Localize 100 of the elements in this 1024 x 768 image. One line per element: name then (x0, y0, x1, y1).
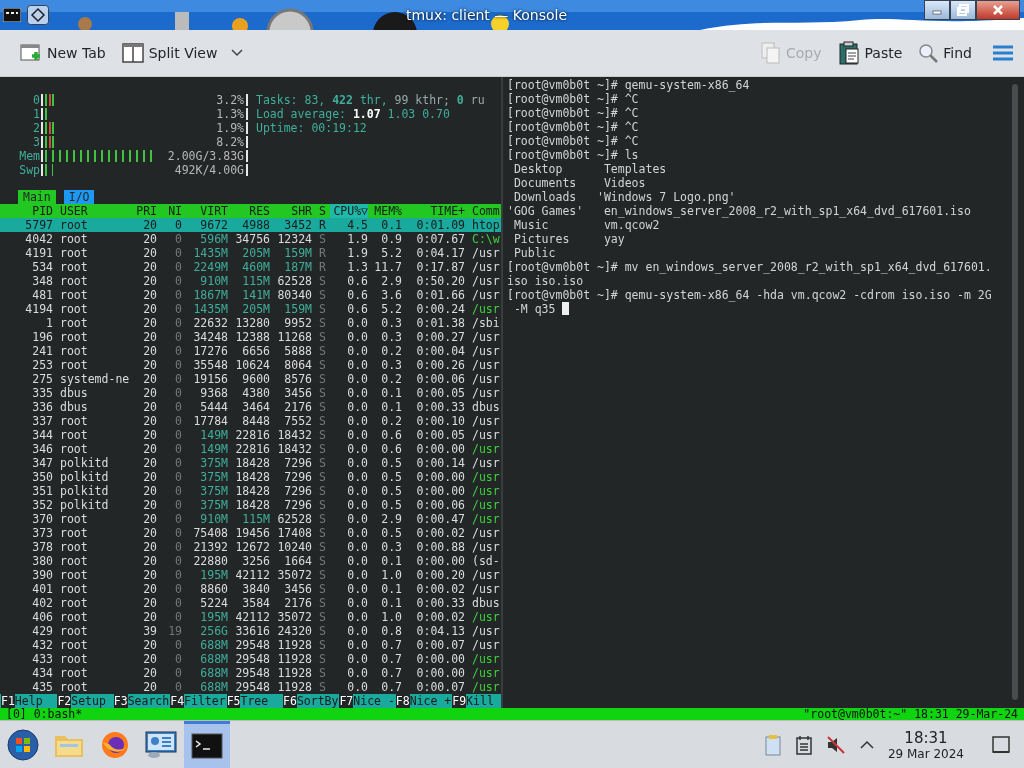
table-cell-text: 0:00.00 (415, 442, 465, 456)
process-row[interactable]: 434 root 20 0 688M 29548 11928 S 0.0 0.7 0:00.00 /usr (0, 666, 501, 680)
column-header[interactable]: Comm (465, 204, 503, 218)
table-cell-text: S (318, 554, 327, 568)
process-row[interactable]: 335 dbus 20 0 9368 4380 3456 S 0.0 0.1 0:00.05 /usr (0, 386, 501, 400)
table-cell-text: 435 (31, 680, 53, 694)
process-row[interactable]: 352 polkitd 20 0 375M 18428 7296 S 0.0 0.5 0:00.06 /usr (0, 498, 501, 512)
table-cell-text: 29548 (234, 638, 270, 652)
clipboard-icon[interactable] (763, 733, 782, 756)
function-key[interactable]: F1Help (0, 694, 57, 708)
table-cell-text: 460M (241, 260, 270, 274)
table-cell-text: 352 (31, 498, 53, 512)
process-row[interactable]: 390 root 20 0 195M 42112 35072 S 0.0 1.0 0:00.20 /usr (0, 568, 501, 582)
process-row[interactable]: 401 root 20 0 8860 3840 3456 S 0.0 0.1 0:00.02 /usr (0, 582, 501, 596)
column-header[interactable]: PRI (135, 204, 157, 218)
process-row[interactable]: 347 polkitd 20 0 375M 18428 7296 S 0.0 0.5 0:00.14 /usr (0, 456, 501, 470)
process-row[interactable]: 5797 root 20 0 9672 4988 3452 R 4.5 0.1 0:01.09 htop (0, 218, 501, 232)
table-cell-text: 0.5 (380, 484, 402, 498)
split-view-button[interactable]: Split View (115, 39, 224, 67)
show-desktop-icon[interactable] (992, 735, 1010, 754)
column-header[interactable]: VIRT (182, 204, 228, 218)
process-row[interactable]: 373 root 20 0 75408 19456 17408 S 0.0 0.5 0:00.02 /usr (0, 526, 501, 540)
shell-line: Desktop Templates (512, 162, 667, 176)
function-key[interactable]: F6SortBy (282, 694, 339, 708)
function-key[interactable]: F7Nice - (338, 694, 395, 708)
column-header[interactable]: MEM% (368, 204, 402, 218)
process-row[interactable]: 196 root 20 0 34248 12388 11268 S 0.0 0.3 0:00.27 /usr (0, 330, 501, 344)
process-row[interactable]: 432 root 20 0 688M 29548 11928 S 0.0 0.7 0:00.07 /usr (0, 638, 501, 652)
table-cell-text: 9368 (199, 386, 228, 400)
process-row[interactable]: 4194 root 20 0 1435M 205M 159M S 0.6 5.2 0:00.24 /usr (0, 302, 501, 316)
column-header[interactable]: S (312, 204, 330, 218)
table-cell-text: polkitd (59, 484, 110, 498)
process-row[interactable]: 275 systemd-ne 20 0 19156 9600 8576 S 0.0 0.2 0:00.06 /usr (0, 372, 501, 386)
table-cell-text: 433 (31, 652, 53, 666)
process-row[interactable]: 344 root 20 0 149M 22816 18432 S 0.0 0.6 0:00.05 /usr (0, 428, 501, 442)
process-row[interactable]: 241 root 20 0 17276 6656 5888 S 0.0 0.2 0:00.04 /usr (0, 344, 501, 358)
process-row[interactable]: 4191 root 20 0 1435M 205M 159M R 1.9 5.2 0:04.17 /usr (0, 246, 501, 260)
process-row[interactable]: 1 root 20 0 22632 13280 9952 S 0.0 0.3 0:01.38 /sbi (0, 316, 501, 330)
table-cell-text: 141M (241, 288, 270, 302)
chevron-up-icon[interactable] (859, 739, 874, 750)
process-row[interactable]: 348 root 20 0 910M 115M 62528 S 0.6 2.9 0:50.20 /usr (0, 274, 501, 288)
table-cell-text: 5.2 (380, 302, 402, 316)
process-row[interactable]: 378 root 20 0 21392 12672 10240 S 0.0 0.3 0:00.88 /usr (0, 540, 501, 554)
process-row[interactable]: 4042 root 20 0 596M 34756 12324 S 1.9 0.9 0:07.67 C:\w (0, 232, 501, 246)
process-row[interactable]: 534 root 20 0 2249M 460M 187M R 1.3 11.7 0:17.87 /usr (0, 260, 501, 274)
process-row[interactable]: 481 root 20 0 1867M 141M 80340 S 0.6 3.6 0:01.66 /usr (0, 288, 501, 302)
find-button[interactable]: Find (912, 39, 978, 67)
table-cell-text: 0.5 (380, 456, 402, 470)
minimize-button[interactable] (924, 0, 950, 20)
table-cell-text: /usr (471, 582, 501, 596)
meter-reading: 8.2% (216, 136, 244, 148)
process-row[interactable]: 406 root 20 0 195M 42112 35072 S 0.0 1.0 0:00.02 /usr (0, 610, 501, 624)
process-row[interactable]: 402 root 20 0 5224 3584 2176 S 0.0 0.1 0:00.33 dbus (0, 596, 501, 610)
column-header[interactable]: NI (157, 204, 182, 218)
clock-date[interactable]: 29 Mar 2024 (887, 746, 964, 761)
column-header[interactable]: PID (0, 204, 53, 218)
process-row[interactable]: 370 root 20 0 910M 115M 62528 S 0.0 2.9 0:00.47 /usr (0, 512, 501, 526)
column-header[interactable]: TIME+ (402, 204, 465, 218)
process-row[interactable]: 435 root 20 0 688M 29548 11928 S 0.0 0.7 0:00.07 /usr (0, 680, 501, 694)
column-header[interactable]: SHR (270, 204, 312, 218)
process-row[interactable]: 351 polkitd 20 0 375M 18428 7296 S 0.0 0.5 0:00.00 /usr (0, 484, 501, 498)
taskbar-app[interactable] (184, 721, 230, 768)
new-tab-button[interactable]: New Tab (14, 38, 112, 68)
table-cell-text: 20 (142, 386, 157, 400)
terminal-icon[interactable] (3, 8, 21, 22)
muted-speaker-icon[interactable] (825, 734, 846, 755)
scrollbar[interactable] (1012, 84, 1018, 700)
table-cell-text: 20 (142, 442, 157, 456)
column-header[interactable]: USER (53, 204, 135, 218)
process-row[interactable]: 433 root 20 0 688M 29548 11928 S 0.0 0.7 0:00.00 /usr (0, 652, 501, 666)
table-cell-text: 20 (142, 526, 157, 540)
process-row[interactable]: 336 dbus 20 0 5444 3464 2176 S 0.0 0.1 0:00.33 dbus (0, 400, 501, 414)
process-row[interactable]: 429 root 39 19 256G 33616 24320 S 0.0 0.8 0:04.13 /usr (0, 624, 501, 638)
maximize-button[interactable] (950, 0, 976, 20)
pin-button[interactable] (27, 5, 49, 25)
table-cell-text: 20 (142, 666, 157, 680)
table-cell-text: 688M (199, 666, 228, 680)
table-cell-text: 375M (199, 470, 228, 484)
column-header[interactable]: RES (228, 204, 270, 218)
function-key[interactable]: F8Nice + (394, 694, 452, 708)
column-header[interactable]: CPU%▽ (330, 204, 368, 218)
process-row[interactable]: 350 polkitd 20 0 375M 18428 7296 S 0.0 0.5 0:00.00 /usr (0, 470, 501, 484)
tab[interactable]: I/O (63, 190, 95, 204)
function-key[interactable]: F2Setup (56, 694, 113, 708)
process-row[interactable]: 346 root 20 0 149M 22816 18432 S 0.0 0.6 0:00.00 /usr (0, 442, 501, 456)
table-cell-text: 335 (31, 386, 53, 400)
function-key[interactable]: F4Filter (169, 694, 226, 708)
close-button[interactable] (976, 0, 1020, 20)
paste-button[interactable]: Paste (831, 37, 909, 69)
notes-icon[interactable] (795, 734, 812, 755)
process-row[interactable]: 253 root 20 0 35548 10624 8064 S 0.0 0.3 0:00.26 /usr (0, 358, 501, 372)
tab[interactable]: Main (18, 190, 56, 204)
process-row[interactable]: 337 root 20 0 17784 8448 7552 S 0.0 0.2 0:00.10 /usr (0, 414, 501, 428)
table-cell-text: 11.7 (373, 260, 402, 274)
table-cell-text: 370 (31, 512, 53, 526)
function-key[interactable]: F3Search (112, 694, 170, 708)
table-cell-text: S (318, 638, 327, 652)
clock-time[interactable]: 18:31 (904, 728, 948, 747)
menu-icon[interactable] (992, 44, 1014, 62)
process-row[interactable]: 380 root 20 0 22880 3256 1664 S 0.0 0.1 0:00.00 (sd- (0, 554, 501, 568)
